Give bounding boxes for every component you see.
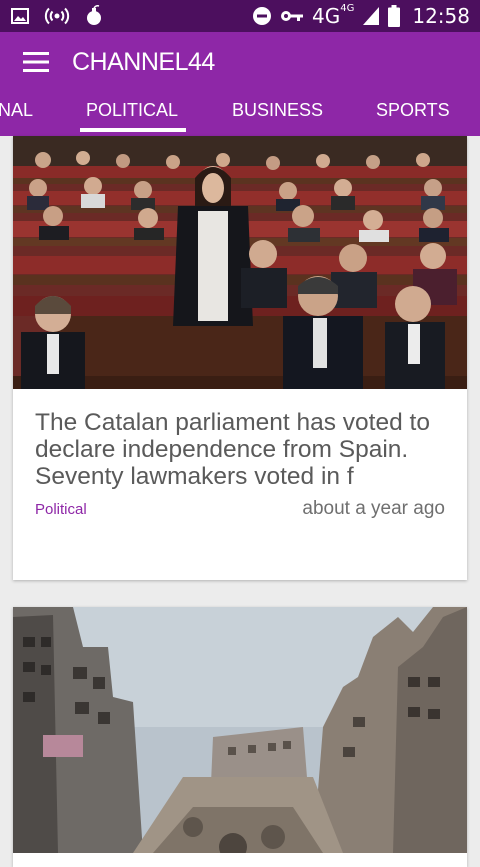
key-icon — [280, 8, 304, 24]
clock: 12:58 — [412, 4, 470, 28]
category-tabs: NAL POLITICAL BUSINESS SPORTS — [0, 92, 480, 136]
tab-indicator — [80, 128, 186, 132]
article-headline[interactable]: The Catalan parliament has voted to decl… — [13, 389, 467, 490]
article-card[interactable] — [13, 607, 467, 867]
ruined-city-photo — [13, 607, 467, 853]
app-bar: CHANNEL44 — [0, 32, 480, 92]
bomb-icon — [84, 5, 104, 27]
tab-sports[interactable]: SPORTS — [376, 92, 450, 136]
do-not-disturb-icon — [252, 6, 272, 26]
tab-business[interactable]: BUSINESS — [232, 92, 323, 136]
status-bar: 4G 4G 12:58 — [0, 0, 480, 32]
article-category[interactable]: Political — [35, 501, 87, 518]
parliament-photo — [13, 136, 467, 389]
image-icon — [10, 6, 30, 26]
article-card[interactable]: The Catalan parliament has voted to decl… — [13, 136, 467, 580]
hamburger-icon[interactable] — [0, 32, 72, 92]
broadcast-icon — [44, 6, 70, 26]
app-title: CHANNEL44 — [72, 47, 215, 76]
article-time: about a year ago — [302, 498, 445, 519]
article-meta: Political about a year ago — [13, 490, 467, 520]
network-type: 4G 4G — [312, 3, 355, 29]
tab-national[interactable]: NAL — [0, 92, 33, 136]
signal-icon — [362, 6, 380, 26]
battery-icon — [388, 5, 401, 27]
